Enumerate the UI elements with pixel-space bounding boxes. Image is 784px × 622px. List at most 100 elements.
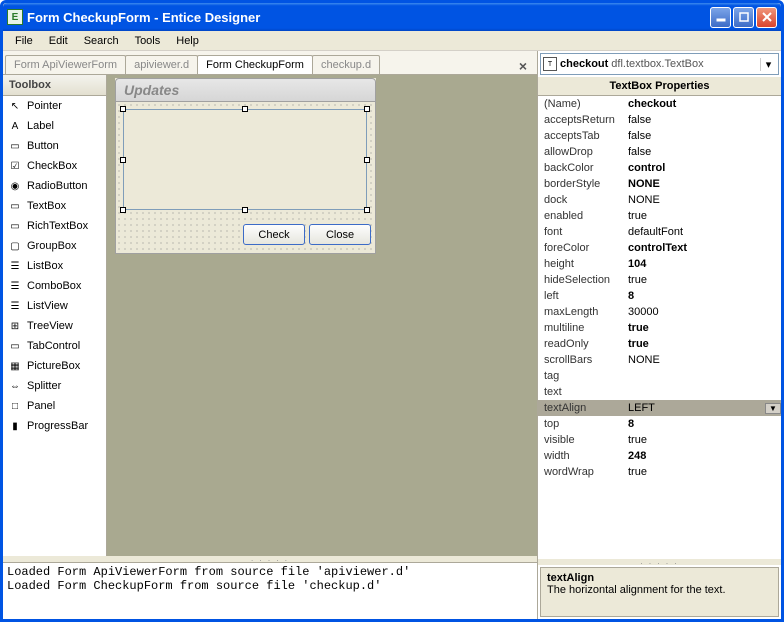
object-type: dfl.textbox.TextBox <box>611 58 703 70</box>
property-value[interactable]: true <box>626 322 781 334</box>
toolbox-item-label: CheckBox <box>27 160 77 172</box>
property-value[interactable]: LEFT <box>626 402 765 414</box>
toolbox-item-button[interactable]: ▭Button <box>3 136 106 156</box>
property-value[interactable]: false <box>626 146 781 158</box>
property-value[interactable]: 248 <box>626 450 781 462</box>
property-value[interactable]: false <box>626 130 781 142</box>
property-row[interactable]: scrollBarsNONE <box>538 352 781 368</box>
splitter-description[interactable]: . . . . . <box>538 559 781 565</box>
toolbox-item-listview[interactable]: ☰ListView <box>3 296 106 316</box>
property-value[interactable]: 30000 <box>626 306 781 318</box>
property-value[interactable]: defaultFont <box>626 226 781 238</box>
property-row[interactable]: acceptsTabfalse <box>538 128 781 144</box>
property-value[interactable]: true <box>626 466 781 478</box>
property-row[interactable]: width248 <box>538 448 781 464</box>
document-tab[interactable]: checkup.d <box>312 55 380 74</box>
designer-form-body[interactable]: Check Close <box>115 102 376 254</box>
toolbox-item-checkbox[interactable]: ☑CheckBox <box>3 156 106 176</box>
menu-search[interactable]: Search <box>76 33 127 49</box>
toolbox-item-combobox[interactable]: ☰ComboBox <box>3 276 106 296</box>
chevron-down-icon[interactable]: ▾ <box>760 58 776 71</box>
property-value[interactable]: true <box>626 434 781 446</box>
menu-edit[interactable]: Edit <box>41 33 76 49</box>
close-button[interactable] <box>756 7 777 28</box>
toolbox-item-richtextbox[interactable]: ▭RichTextBox <box>3 216 106 236</box>
property-value[interactable]: true <box>626 274 781 286</box>
property-row[interactable]: dockNONE <box>538 192 781 208</box>
chevron-down-icon[interactable]: ▼ <box>765 403 781 414</box>
property-row[interactable]: enabledtrue <box>538 208 781 224</box>
property-name: maxLength <box>538 306 626 318</box>
property-row[interactable]: backColorcontrol <box>538 160 781 176</box>
toolbox-item-groupbox[interactable]: ▢GroupBox <box>3 236 106 256</box>
toolbox-item-label: ListView <box>27 300 68 312</box>
document-tab[interactable]: Form CheckupForm <box>197 55 313 74</box>
property-value[interactable]: 8 <box>626 418 781 430</box>
document-tab[interactable]: Form ApiViewerForm <box>5 55 126 74</box>
property-row[interactable]: text <box>538 384 781 400</box>
button-icon: ▭ <box>7 138 23 154</box>
property-row[interactable]: left8 <box>538 288 781 304</box>
richtextbox-icon: ▭ <box>7 218 23 234</box>
property-row[interactable]: allowDropfalse <box>538 144 781 160</box>
toolbox-item-picturebox[interactable]: ▦PictureBox <box>3 356 106 376</box>
property-value[interactable]: controlText <box>626 242 781 254</box>
tab-close-icon[interactable]: × <box>511 58 535 74</box>
designer-form[interactable]: Updates <box>115 78 376 254</box>
property-value[interactable]: 8 <box>626 290 781 302</box>
designer-textbox-checkout[interactable] <box>123 109 367 210</box>
menu-file[interactable]: File <box>7 33 41 49</box>
property-value[interactable]: true <box>626 338 781 350</box>
property-row[interactable]: maxLength30000 <box>538 304 781 320</box>
property-row[interactable]: fontdefaultFont <box>538 224 781 240</box>
toolbox-item-textbox[interactable]: ▭TextBox <box>3 196 106 216</box>
property-value[interactable]: false <box>626 114 781 126</box>
property-row[interactable]: borderStyleNONE <box>538 176 781 192</box>
toolbox-item-pointer[interactable]: ↖Pointer <box>3 96 106 116</box>
minimize-button[interactable] <box>710 7 731 28</box>
toolbox-item-treeview[interactable]: ⊞TreeView <box>3 316 106 336</box>
toolbox-item-radiobutton[interactable]: ◉RadioButton <box>3 176 106 196</box>
toolbox-item-listbox[interactable]: ☰ListBox <box>3 256 106 276</box>
property-row[interactable]: top8 <box>538 416 781 432</box>
property-row[interactable]: visibletrue <box>538 432 781 448</box>
property-value[interactable]: checkout <box>626 98 781 110</box>
property-row[interactable]: (Name)checkout <box>538 96 781 112</box>
menu-help[interactable]: Help <box>168 33 207 49</box>
toolbox-item-progressbar[interactable]: ▮ProgressBar <box>3 416 106 436</box>
output-pane[interactable]: Loaded Form ApiViewerForm from source fi… <box>3 562 537 619</box>
toolbox-item-label: RadioButton <box>27 180 88 192</box>
property-row[interactable]: hideSelectiontrue <box>538 272 781 288</box>
property-row[interactable]: height104 <box>538 256 781 272</box>
property-row[interactable]: tag <box>538 368 781 384</box>
property-name: scrollBars <box>538 354 626 366</box>
toolbox-item-label[interactable]: ALabel <box>3 116 106 136</box>
property-row[interactable]: multilinetrue <box>538 320 781 336</box>
groupbox-icon: ▢ <box>7 238 23 254</box>
menu-tools[interactable]: Tools <box>127 33 169 49</box>
tab-strip: Form ApiViewerFormapiviewer.dForm Checku… <box>3 51 537 75</box>
designer-canvas[interactable]: Updates <box>107 75 537 556</box>
property-value[interactable]: NONE <box>626 194 781 206</box>
object-selector[interactable]: T checkout dfl.textbox.TextBox ▾ <box>540 53 779 75</box>
designer-btn-close[interactable]: Close <box>309 224 371 245</box>
property-row[interactable]: wordWraptrue <box>538 464 781 480</box>
property-name: wordWrap <box>538 466 626 478</box>
property-value[interactable]: control <box>626 162 781 174</box>
titlebar[interactable]: E Form CheckupForm - Entice Designer <box>3 3 781 31</box>
toolbox-item-tabcontrol[interactable]: ▭TabControl <box>3 336 106 356</box>
property-value[interactable]: 104 <box>626 258 781 270</box>
property-value[interactable]: NONE <box>626 354 781 366</box>
properties-grid[interactable]: (Name)checkoutacceptsReturnfalseacceptsT… <box>538 96 781 559</box>
property-row[interactable]: foreColorcontrolText <box>538 240 781 256</box>
designer-btn-check[interactable]: Check <box>243 224 305 245</box>
property-value[interactable]: NONE <box>626 178 781 190</box>
property-row[interactable]: textAlignLEFT▼ <box>538 400 781 416</box>
property-row[interactable]: readOnlytrue <box>538 336 781 352</box>
maximize-button[interactable] <box>733 7 754 28</box>
toolbox-item-splitter[interactable]: ⇔Splitter <box>3 376 106 396</box>
property-row[interactable]: acceptsReturnfalse <box>538 112 781 128</box>
toolbox-item-panel[interactable]: □Panel <box>3 396 106 416</box>
document-tab[interactable]: apiviewer.d <box>125 55 198 74</box>
property-value[interactable]: true <box>626 210 781 222</box>
